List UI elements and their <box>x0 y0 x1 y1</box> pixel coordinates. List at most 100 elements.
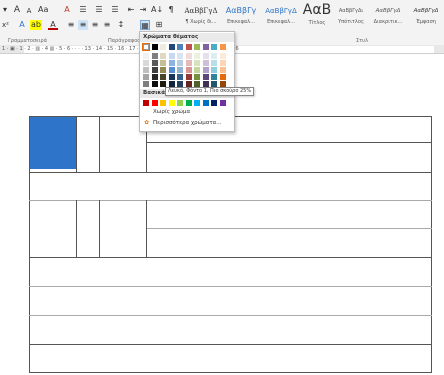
color-swatch[interactable] <box>177 60 183 66</box>
superscript-icon[interactable]: x² <box>2 20 9 30</box>
color-swatch[interactable] <box>211 60 217 66</box>
color-swatch[interactable] <box>143 81 149 87</box>
style-heading-2[interactable]: AαΒβΓγΔ Επικεφαλ... <box>262 4 300 26</box>
style-no-spacing[interactable]: AαΒβΓγΔ ¶ Χωρίς δι... <box>182 4 220 26</box>
show-marks-icon[interactable]: ¶ <box>166 5 176 15</box>
justify-icon[interactable]: ≡ <box>102 20 112 30</box>
color-swatch[interactable] <box>168 53 175 59</box>
align-right-icon[interactable]: ≡ <box>90 20 100 30</box>
color-swatch[interactable] <box>160 44 166 50</box>
clear-formatting-icon[interactable]: A <box>62 5 72 15</box>
style-subtle-emphasis[interactable]: AαΒβΓγΔ Διακριτικ... <box>370 4 406 26</box>
color-swatch[interactable] <box>194 100 200 106</box>
color-swatch[interactable] <box>219 100 226 106</box>
color-swatch[interactable] <box>151 74 158 80</box>
shading-button[interactable]: ▦ <box>140 20 150 30</box>
color-swatch[interactable] <box>194 44 200 50</box>
color-swatch[interactable] <box>185 67 192 73</box>
align-left-icon[interactable]: ≡ <box>66 20 76 30</box>
more-colors-option[interactable]: ✿ Περισσότερα χρώματα... <box>143 119 221 127</box>
color-swatch[interactable] <box>151 81 158 87</box>
color-swatch[interactable] <box>185 44 192 50</box>
color-swatch[interactable] <box>202 67 209 73</box>
group-label-styles: Στυλ <box>356 38 369 44</box>
color-swatch[interactable] <box>177 53 183 59</box>
style-name: Επικεφαλ... <box>267 19 295 25</box>
color-swatch[interactable] <box>160 60 166 66</box>
color-swatch[interactable] <box>202 60 209 66</box>
shrink-font-icon[interactable]: A <box>24 6 34 16</box>
numbering-icon[interactable]: ☰ <box>94 5 104 15</box>
color-swatch[interactable] <box>143 60 149 66</box>
color-swatch[interactable] <box>143 53 149 59</box>
color-swatch[interactable] <box>168 100 175 106</box>
color-swatch[interactable] <box>219 67 226 73</box>
multilevel-list-icon[interactable]: ☰ <box>110 5 120 15</box>
color-swatch[interactable] <box>160 74 166 80</box>
text-effects-icon[interactable]: A <box>17 20 27 30</box>
color-swatch[interactable] <box>194 53 200 59</box>
color-swatch[interactable] <box>143 67 149 73</box>
style-title[interactable]: AαB Τίτλος <box>302 1 332 29</box>
color-swatch[interactable] <box>219 60 226 66</box>
color-palette-icon: ✿ <box>144 120 149 126</box>
color-swatch[interactable] <box>160 100 166 106</box>
color-swatch[interactable] <box>168 44 175 50</box>
color-swatch[interactable] <box>194 67 200 73</box>
color-swatch[interactable] <box>219 44 226 50</box>
color-swatch[interactable] <box>202 53 209 59</box>
color-swatch[interactable] <box>219 74 226 80</box>
color-swatch[interactable] <box>185 74 192 80</box>
color-swatch[interactable] <box>168 74 175 80</box>
color-swatch[interactable] <box>194 60 200 66</box>
color-swatch[interactable] <box>151 44 158 50</box>
color-swatch[interactable] <box>211 44 217 50</box>
color-swatch[interactable] <box>185 100 192 106</box>
color-swatch[interactable] <box>160 67 166 73</box>
color-swatch[interactable] <box>142 43 150 51</box>
style-emphasis[interactable]: AαΒβΓγΔ Έμφαση <box>408 4 444 26</box>
line-spacing-icon[interactable]: ↕ <box>116 20 126 30</box>
increase-indent-icon[interactable]: ⇥ <box>138 5 148 15</box>
color-swatch[interactable] <box>202 74 209 80</box>
color-swatch[interactable] <box>143 74 149 80</box>
color-swatch[interactable] <box>185 60 192 66</box>
color-swatch[interactable] <box>177 74 183 80</box>
align-center-icon[interactable]: ≡ <box>78 20 88 30</box>
color-swatch[interactable] <box>177 67 183 73</box>
no-color-option[interactable]: Χωρίς χρώμα <box>143 108 190 116</box>
style-subtitle[interactable]: AαΒβΓγΔι Υπότιτλος <box>334 4 368 26</box>
color-swatch[interactable] <box>202 44 209 50</box>
color-swatch[interactable] <box>185 53 192 59</box>
color-swatch[interactable] <box>151 53 158 59</box>
color-swatch[interactable] <box>219 53 226 59</box>
borders-icon[interactable]: ⊞ <box>154 20 164 30</box>
color-swatch[interactable] <box>177 100 183 106</box>
decrease-indent-icon[interactable]: ⇤ <box>126 5 136 15</box>
color-swatch[interactable] <box>151 60 158 66</box>
color-swatch[interactable] <box>151 100 158 106</box>
style-name: Έμφαση <box>416 19 436 25</box>
font-color-icon[interactable]: A <box>48 20 58 30</box>
color-swatch[interactable] <box>211 100 217 106</box>
grow-font-icon[interactable]: A <box>12 5 22 15</box>
shaded-table-cell[interactable] <box>30 117 76 169</box>
color-swatch[interactable] <box>168 67 175 73</box>
color-swatch[interactable] <box>143 100 149 106</box>
sort-icon[interactable]: A↓ <box>151 5 163 15</box>
table-border-right <box>431 116 432 373</box>
style-heading-1[interactable]: AαΒβΓγ Επικεφαλ... <box>222 4 260 26</box>
color-swatch[interactable] <box>177 44 183 50</box>
highlight-icon[interactable]: ab <box>30 20 42 30</box>
color-swatch[interactable] <box>151 67 158 73</box>
color-swatch[interactable] <box>168 60 175 66</box>
color-swatch[interactable] <box>160 53 166 59</box>
color-swatch[interactable] <box>211 74 217 80</box>
color-swatch[interactable] <box>194 74 200 80</box>
color-swatch[interactable] <box>211 67 217 73</box>
font-size-dropdown[interactable]: ▾ <box>0 5 10 15</box>
bullets-icon[interactable]: ☰ <box>78 5 88 15</box>
color-swatch[interactable] <box>211 53 217 59</box>
color-swatch[interactable] <box>202 100 209 106</box>
change-case-icon[interactable]: Aa <box>38 5 48 15</box>
